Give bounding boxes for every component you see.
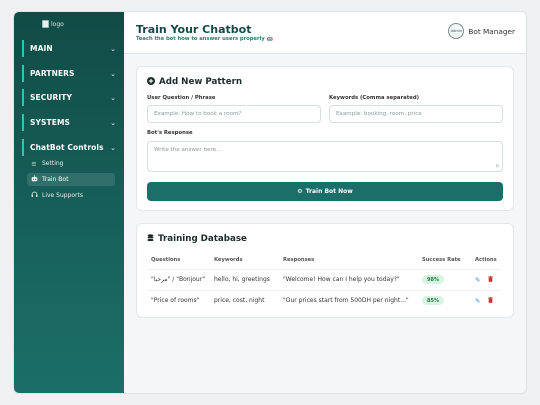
- success-rate-badge: 85%: [422, 296, 444, 306]
- question-placeholder: Example: How to book a room?: [154, 111, 242, 117]
- chevron-down-icon: ⌄: [110, 69, 116, 78]
- column-header: Actions: [475, 257, 497, 264]
- question-input[interactable]: Example: How to book a room?: [147, 105, 321, 123]
- training-table: Questions Keywords Responses Success Rat…: [147, 252, 501, 311]
- add-pattern-card: Add New Pattern User Question / Phrase E…: [136, 66, 514, 211]
- chevron-down-icon: ⌄: [110, 143, 116, 152]
- top-bar: Train Your Chatbot Teach the bot how to …: [124, 12, 526, 54]
- keywords-input[interactable]: Example: booking, room, price: [329, 105, 503, 123]
- robot-icon: [30, 175, 38, 184]
- response-textarea[interactable]: Write the answer here... ⇱: [147, 141, 503, 172]
- actions-cell: ✎: [471, 289, 501, 311]
- table-row: "مرحبا" / "Bonjour" hello, hi, greetings…: [147, 268, 501, 290]
- chevron-down-icon: ⌄: [110, 93, 116, 102]
- table-header-row: Questions Keywords Responses Success Rat…: [147, 252, 501, 269]
- sidebar-item-setting[interactable]: ≡ Setting: [27, 157, 115, 170]
- database-icon: [147, 234, 154, 244]
- sidebar-group-label: MAIN: [30, 44, 53, 53]
- train-bot-button-label: Train Bot Now: [305, 188, 353, 195]
- sidebar-item-label: Live Supports: [42, 192, 84, 199]
- trash-icon[interactable]: [485, 296, 493, 305]
- column-header: Success Rate: [422, 257, 461, 264]
- keywords-cell: hello, hi, greetings: [210, 268, 279, 290]
- profile-menu[interactable]: Admin Bot Manager: [448, 23, 515, 39]
- sliders-icon: ≡: [31, 159, 37, 168]
- response-label: Bot's Response: [147, 130, 193, 136]
- table-row: "Price of rooms" price, cost, night "Our…: [147, 289, 501, 311]
- sidebar-item-label: Train Bot: [42, 176, 69, 183]
- sidebar: logo MAIN ⌄ PARTNERS ⌄ SECURITY ⌄ SYSTEM…: [14, 12, 124, 393]
- chevron-down-icon: ⌄: [110, 44, 116, 53]
- card-title-text: Training Database: [158, 234, 247, 244]
- sidebar-item-label: Setting: [42, 160, 64, 167]
- page-title: Train Your Chatbot: [136, 23, 252, 36]
- sidebar-group-partners[interactable]: PARTNERS ⌄: [22, 65, 120, 82]
- logo-alt-text: logo: [51, 20, 64, 28]
- column-header: Responses: [283, 257, 315, 264]
- sidebar-group-label: SECURITY: [30, 93, 73, 102]
- column-header: Keywords: [214, 257, 243, 264]
- page-subtitle: Teach the bot how to answer users proper…: [136, 36, 273, 42]
- actions-cell: ✎: [471, 268, 501, 290]
- logo[interactable]: logo: [42, 20, 64, 28]
- chevron-down-icon: ⌄: [110, 118, 116, 127]
- sidebar-item-train-bot[interactable]: Train Bot: [27, 173, 115, 186]
- success-rate-badge: 98%: [422, 275, 444, 284]
- column-header: Questions: [151, 257, 181, 264]
- edit-icon[interactable]: ✎: [475, 276, 480, 284]
- keywords-label: Keywords (Comma separated): [329, 95, 420, 101]
- app-window: logo MAIN ⌄ PARTNERS ⌄ SECURITY ⌄ SYSTEM…: [13, 11, 527, 394]
- gear-icon: ⚙: [297, 188, 303, 195]
- broken-image-icon: [42, 20, 49, 28]
- trash-icon[interactable]: [485, 275, 493, 284]
- sidebar-group-chatbot-controls[interactable]: ChatBot Controls ⌄: [22, 139, 120, 156]
- sidebar-group-security[interactable]: SECURITY ⌄: [22, 89, 120, 106]
- card-title: Training Database: [147, 234, 247, 244]
- keywords-placeholder: Example: booking, room, price: [336, 111, 422, 117]
- response-cell: "Our prices start from 500DH per night..…: [279, 289, 418, 311]
- sidebar-group-label: SYSTEMS: [30, 118, 71, 127]
- edit-icon[interactable]: ✎: [475, 297, 480, 305]
- sidebar-item-live-supports[interactable]: Live Supports: [27, 189, 115, 202]
- sidebar-group-label: PARTNERS: [30, 69, 75, 78]
- question-label: User Question / Phrase: [147, 95, 216, 101]
- main-content: Train Your Chatbot Teach the bot how to …: [124, 12, 526, 393]
- sidebar-group-label: ChatBot Controls: [30, 143, 104, 152]
- rate-cell: 85%: [418, 289, 471, 311]
- question-cell: "Price of rooms": [147, 289, 210, 311]
- train-bot-button[interactable]: ⚙ Train Bot Now: [147, 182, 503, 201]
- card-title-text: Add New Pattern: [159, 77, 243, 87]
- avatar: Admin: [448, 23, 465, 39]
- plus-circle-icon: [147, 77, 155, 87]
- rate-cell: 98%: [418, 268, 471, 290]
- sidebar-group-systems[interactable]: SYSTEMS ⌄: [22, 114, 120, 131]
- sidebar-group-main[interactable]: MAIN ⌄: [22, 40, 120, 57]
- response-cell: "Welcome! How can I help you today?": [279, 268, 418, 290]
- headset-icon: [30, 191, 38, 200]
- profile-name: Bot Manager: [468, 26, 515, 36]
- question-cell: "مرحبا" / "Bonjour": [147, 268, 210, 290]
- training-database-card: Training Database Questions Keywords Res…: [136, 223, 514, 318]
- response-placeholder: Write the answer here...: [154, 147, 222, 153]
- keywords-cell: price, cost, night: [210, 289, 279, 311]
- card-title: Add New Pattern: [147, 77, 242, 87]
- resize-handle-icon[interactable]: ⇱: [496, 164, 500, 170]
